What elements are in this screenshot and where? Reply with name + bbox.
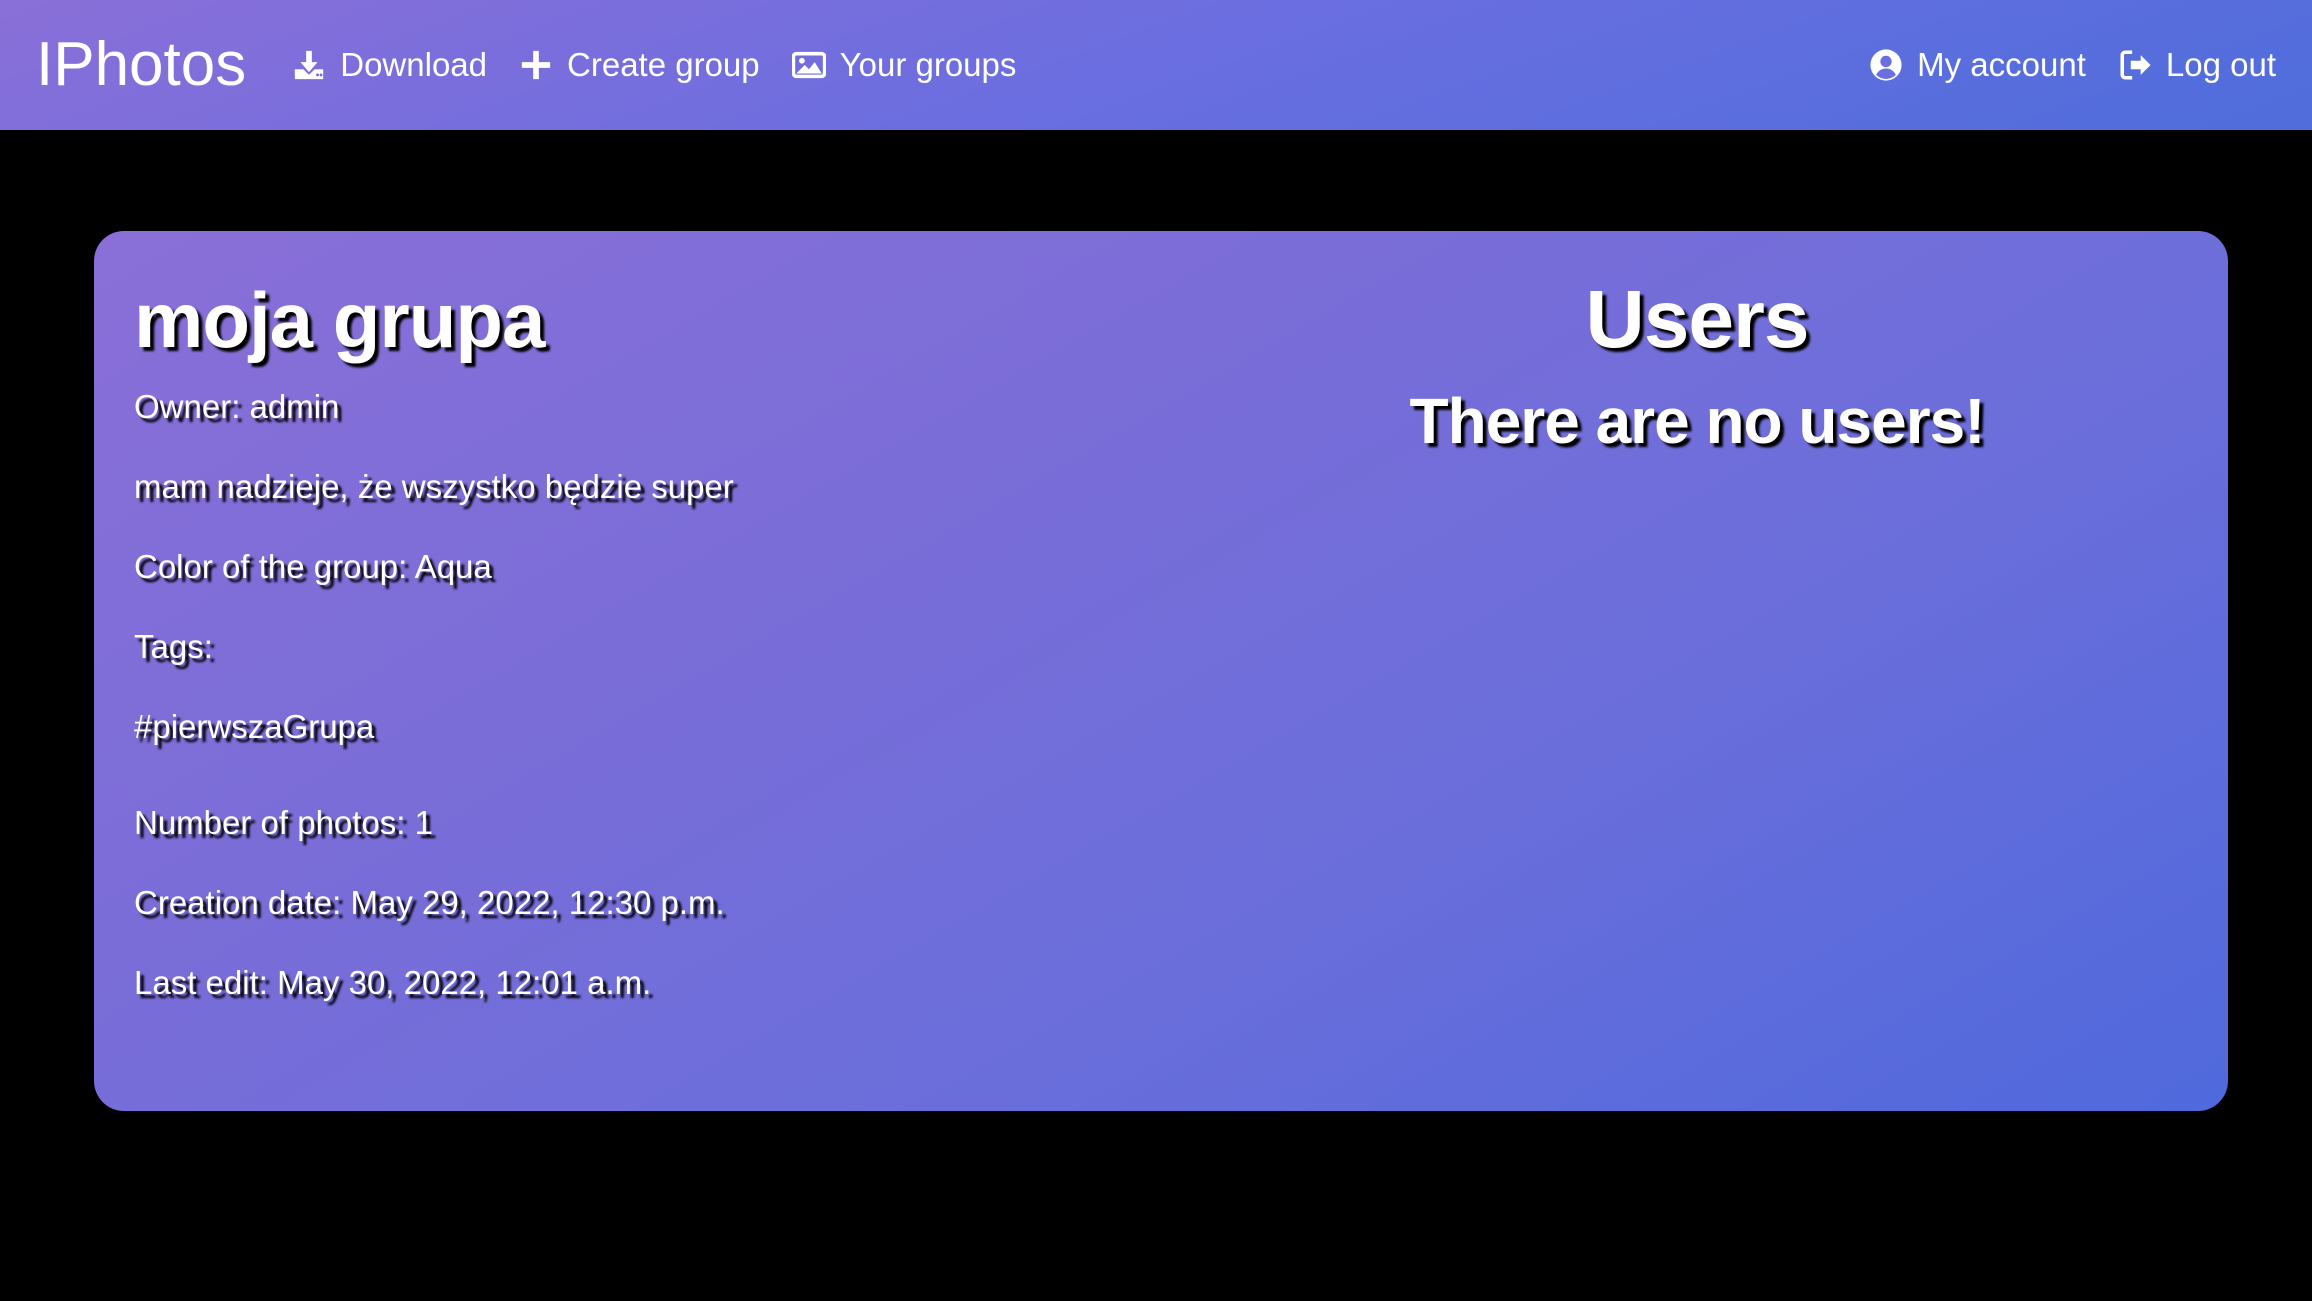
no-users-message: There are no users! bbox=[1409, 385, 1986, 457]
nav-logout-link[interactable]: Log out bbox=[2118, 46, 2276, 84]
nav-your-groups-link[interactable]: Your groups bbox=[791, 46, 1017, 84]
nav-your-groups-label: Your groups bbox=[839, 46, 1017, 83]
nav-logout-label: Log out bbox=[2165, 46, 2276, 83]
plus-icon bbox=[519, 48, 553, 82]
group-description: mam nadzieje, że wszystko będzie super bbox=[134, 468, 734, 505]
top-navbar: IPhotos Download Create group Your group… bbox=[0, 0, 2312, 130]
nav-right: My account Log out bbox=[1869, 46, 2276, 84]
users-heading: Users bbox=[1585, 274, 1810, 365]
users-panel: Users There are no users! bbox=[1174, 274, 2220, 457]
nav-download-label: Download bbox=[340, 46, 488, 83]
brand-logo[interactable]: IPhotos bbox=[36, 34, 246, 96]
group-owner: Owner: admin bbox=[134, 388, 340, 425]
nav-left: Download Create group Your groups bbox=[292, 46, 1048, 84]
group-details: moja grupa Owner: admin mam nadzieje, że… bbox=[134, 281, 1134, 1043]
group-title: moja grupa bbox=[134, 276, 545, 364]
image-icon bbox=[791, 48, 826, 82]
group-tag: #pierwszaGrupa bbox=[134, 708, 375, 745]
nav-download-link[interactable]: Download bbox=[292, 46, 487, 84]
group-creation-date: Creation date: May 29, 2022, 12:30 p.m. bbox=[134, 884, 725, 921]
download-icon bbox=[292, 48, 326, 82]
group-card: moja grupa Owner: admin mam nadzieje, że… bbox=[94, 231, 2228, 1111]
user-circle-icon bbox=[1869, 48, 1903, 82]
group-tags-label: Tags: bbox=[134, 628, 213, 665]
group-last-edit: Last edit: May 30, 2022, 12:01 a.m. bbox=[134, 964, 652, 1001]
group-photo-count: Number of photos: 1 bbox=[134, 804, 433, 841]
logout-icon bbox=[2118, 48, 2152, 82]
nav-create-group-link[interactable]: Create group bbox=[519, 46, 760, 84]
nav-my-account-label: My account bbox=[1917, 46, 2086, 83]
nav-create-group-label: Create group bbox=[567, 46, 760, 83]
nav-my-account-link[interactable]: My account bbox=[1869, 46, 2086, 84]
group-color: Color of the group: Aqua bbox=[134, 548, 492, 585]
